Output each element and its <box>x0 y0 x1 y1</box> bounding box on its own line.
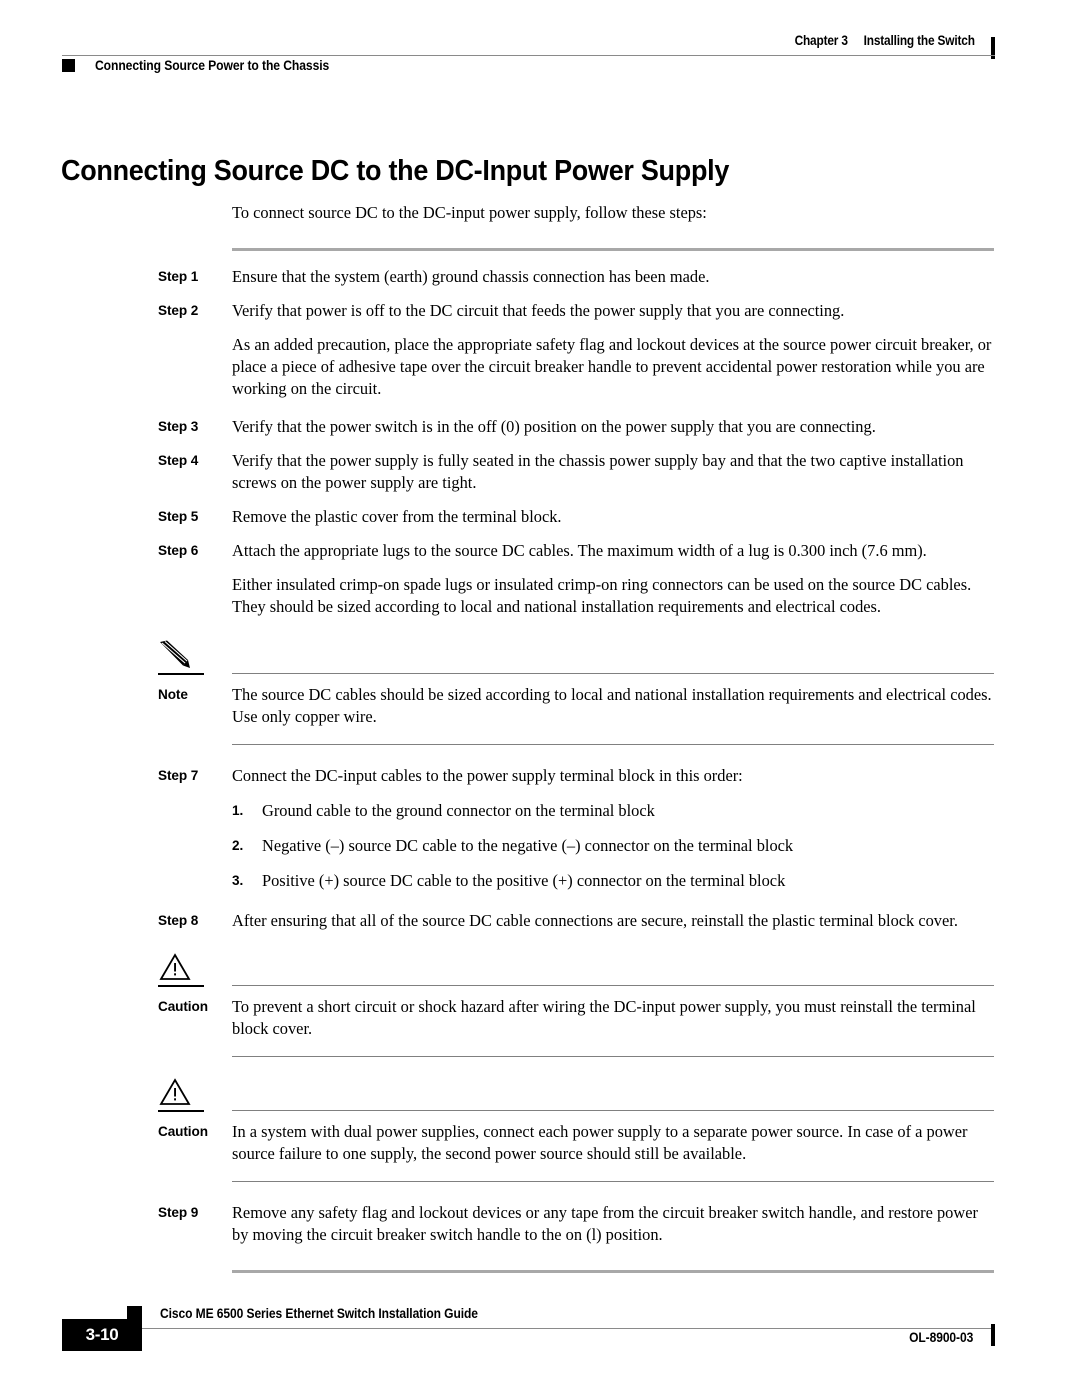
step-label: Step 5 <box>158 509 199 525</box>
substep-text: Negative (–) source DC cable to the nega… <box>262 836 794 856</box>
caution-text: To prevent a short circuit or shock haza… <box>232 997 976 1039</box>
caution-admonition: Caution To prevent a short circuit or sh… <box>0 952 1080 1058</box>
step-text: Ensure that the system (earth) ground ch… <box>232 267 710 287</box>
warning-triangle-icon <box>158 1077 212 1109</box>
document-page: Chapter 3 Installing the Switch Connecti… <box>0 0 1080 1397</box>
substep-number: 2. <box>232 838 244 854</box>
step-row: Step 9 Remove any safety flag and lockou… <box>0 1202 1080 1246</box>
caution-icon-rule <box>158 985 204 987</box>
caution-bottom-rule <box>232 1181 994 1183</box>
step-text: Attach the appropriate lugs to the sourc… <box>232 541 927 561</box>
step-text: Remove any safety flag and lockout devic… <box>232 1203 978 1245</box>
step-label: Step 9 <box>158 1205 199 1221</box>
footer-document-id: OL-8900-03 <box>908 1330 973 1345</box>
header-divider <box>62 55 995 56</box>
note-icon-rule <box>158 673 204 675</box>
note-admonition: Note The source DC cables should be size… <box>0 640 1080 746</box>
step-text: Verify that the power supply is fully se… <box>232 451 964 493</box>
page-header: Chapter 3 Installing the Switch Connecti… <box>62 33 995 88</box>
step-label: Step 7 <box>158 768 199 784</box>
footer-divider <box>142 1328 995 1329</box>
note-label: Note <box>158 687 188 703</box>
step-text: Remove the plastic cover from the termin… <box>232 507 562 527</box>
step-row: Step 1 Ensure that the system (earth) gr… <box>0 266 1080 288</box>
procedure-start-rule <box>232 248 994 252</box>
step-label: Step 1 <box>158 269 199 285</box>
continuation-paragraph: Either insulated crimp-on spade lugs or … <box>232 575 972 617</box>
note-bottom-rule <box>232 744 994 746</box>
step-row: Step 7 Connect the DC-input cables to th… <box>0 765 1080 787</box>
page-footer: Cisco ME 6500 Series Ethernet Switch Ins… <box>62 1306 995 1368</box>
header-chapter-title: Installing the Switch <box>863 33 975 48</box>
note-text: The source DC cables should be sized acc… <box>232 685 992 727</box>
note-top-rule <box>232 673 994 675</box>
pencil-icon <box>158 640 212 672</box>
caution-bottom-rule <box>232 1056 994 1058</box>
step-text: Verify that power is off to the DC circu… <box>232 301 845 321</box>
warning-triangle-icon <box>158 952 212 984</box>
step-text: Verify that the power switch is in the o… <box>232 417 876 437</box>
page-number: 3-10 <box>85 1325 119 1344</box>
step-text: After ensuring that all of the source DC… <box>232 911 958 931</box>
header-section-title: Connecting Source Power to the Chassis <box>95 58 330 73</box>
step-row: Step 6 Attach the appropriate lugs to th… <box>0 540 1080 562</box>
footer-guide-title: Cisco ME 6500 Series Ethernet Switch Ins… <box>160 1306 478 1321</box>
caution-icon-rule <box>158 1110 204 1112</box>
step-label: Step 6 <box>158 543 199 559</box>
substep-text: Positive (+) source DC cable to the posi… <box>262 871 786 891</box>
step-text: Connect the DC-input cables to the power… <box>232 766 743 786</box>
square-bullet-icon <box>62 59 75 72</box>
caution-admonition: Caution In a system with dual power supp… <box>0 1077 1080 1183</box>
substep-number: 3. <box>232 873 244 889</box>
step-row: Step 5 Remove the plastic cover from the… <box>0 506 1080 528</box>
continuation-paragraph: As an added precaution, place the approp… <box>232 335 992 398</box>
page-number-box: 3-10 <box>62 1319 142 1351</box>
step-row: Step 4 Verify that the power supply is f… <box>0 450 1080 494</box>
document-content: To connect source DC to the DC-input pow… <box>0 186 1080 1274</box>
step-label: Step 2 <box>158 303 199 319</box>
header-chapter-number: Chapter 3 <box>794 33 849 48</box>
header-section-row: Connecting Source Power to the Chassis <box>62 58 355 73</box>
step-label: Step 3 <box>158 419 199 435</box>
step-row: Step 2 Verify that power is off to the D… <box>0 300 1080 322</box>
caution-label: Caution <box>158 999 208 1015</box>
substep-item: 1. Ground cable to the ground connector … <box>232 800 1080 822</box>
caution-text: In a system with dual power supplies, co… <box>232 1122 968 1164</box>
substep-item: 2. Negative (–) source DC cable to the n… <box>232 835 1080 857</box>
procedure-end-rule <box>232 1270 994 1274</box>
intro-paragraph: To connect source DC to the DC-input pow… <box>232 203 707 223</box>
caution-top-rule <box>232 985 994 987</box>
step-row: Step 8 After ensuring that all of the so… <box>0 910 1080 932</box>
substep-text: Ground cable to the ground connector on … <box>262 801 655 821</box>
step-label: Step 4 <box>158 453 199 469</box>
step-label: Step 8 <box>158 913 199 929</box>
footer-end-bar <box>991 1324 995 1346</box>
substep-number: 1. <box>232 803 244 819</box>
step-row: Step 3 Verify that the power switch is i… <box>0 416 1080 438</box>
caution-label: Caution <box>158 1124 208 1140</box>
page-title: Connecting Source DC to the DC-Input Pow… <box>61 155 730 188</box>
caution-top-rule <box>232 1110 994 1112</box>
header-chapter-info: Chapter 3 Installing the Switch <box>795 33 975 48</box>
substep-item: 3. Positive (+) source DC cable to the p… <box>232 870 1080 892</box>
